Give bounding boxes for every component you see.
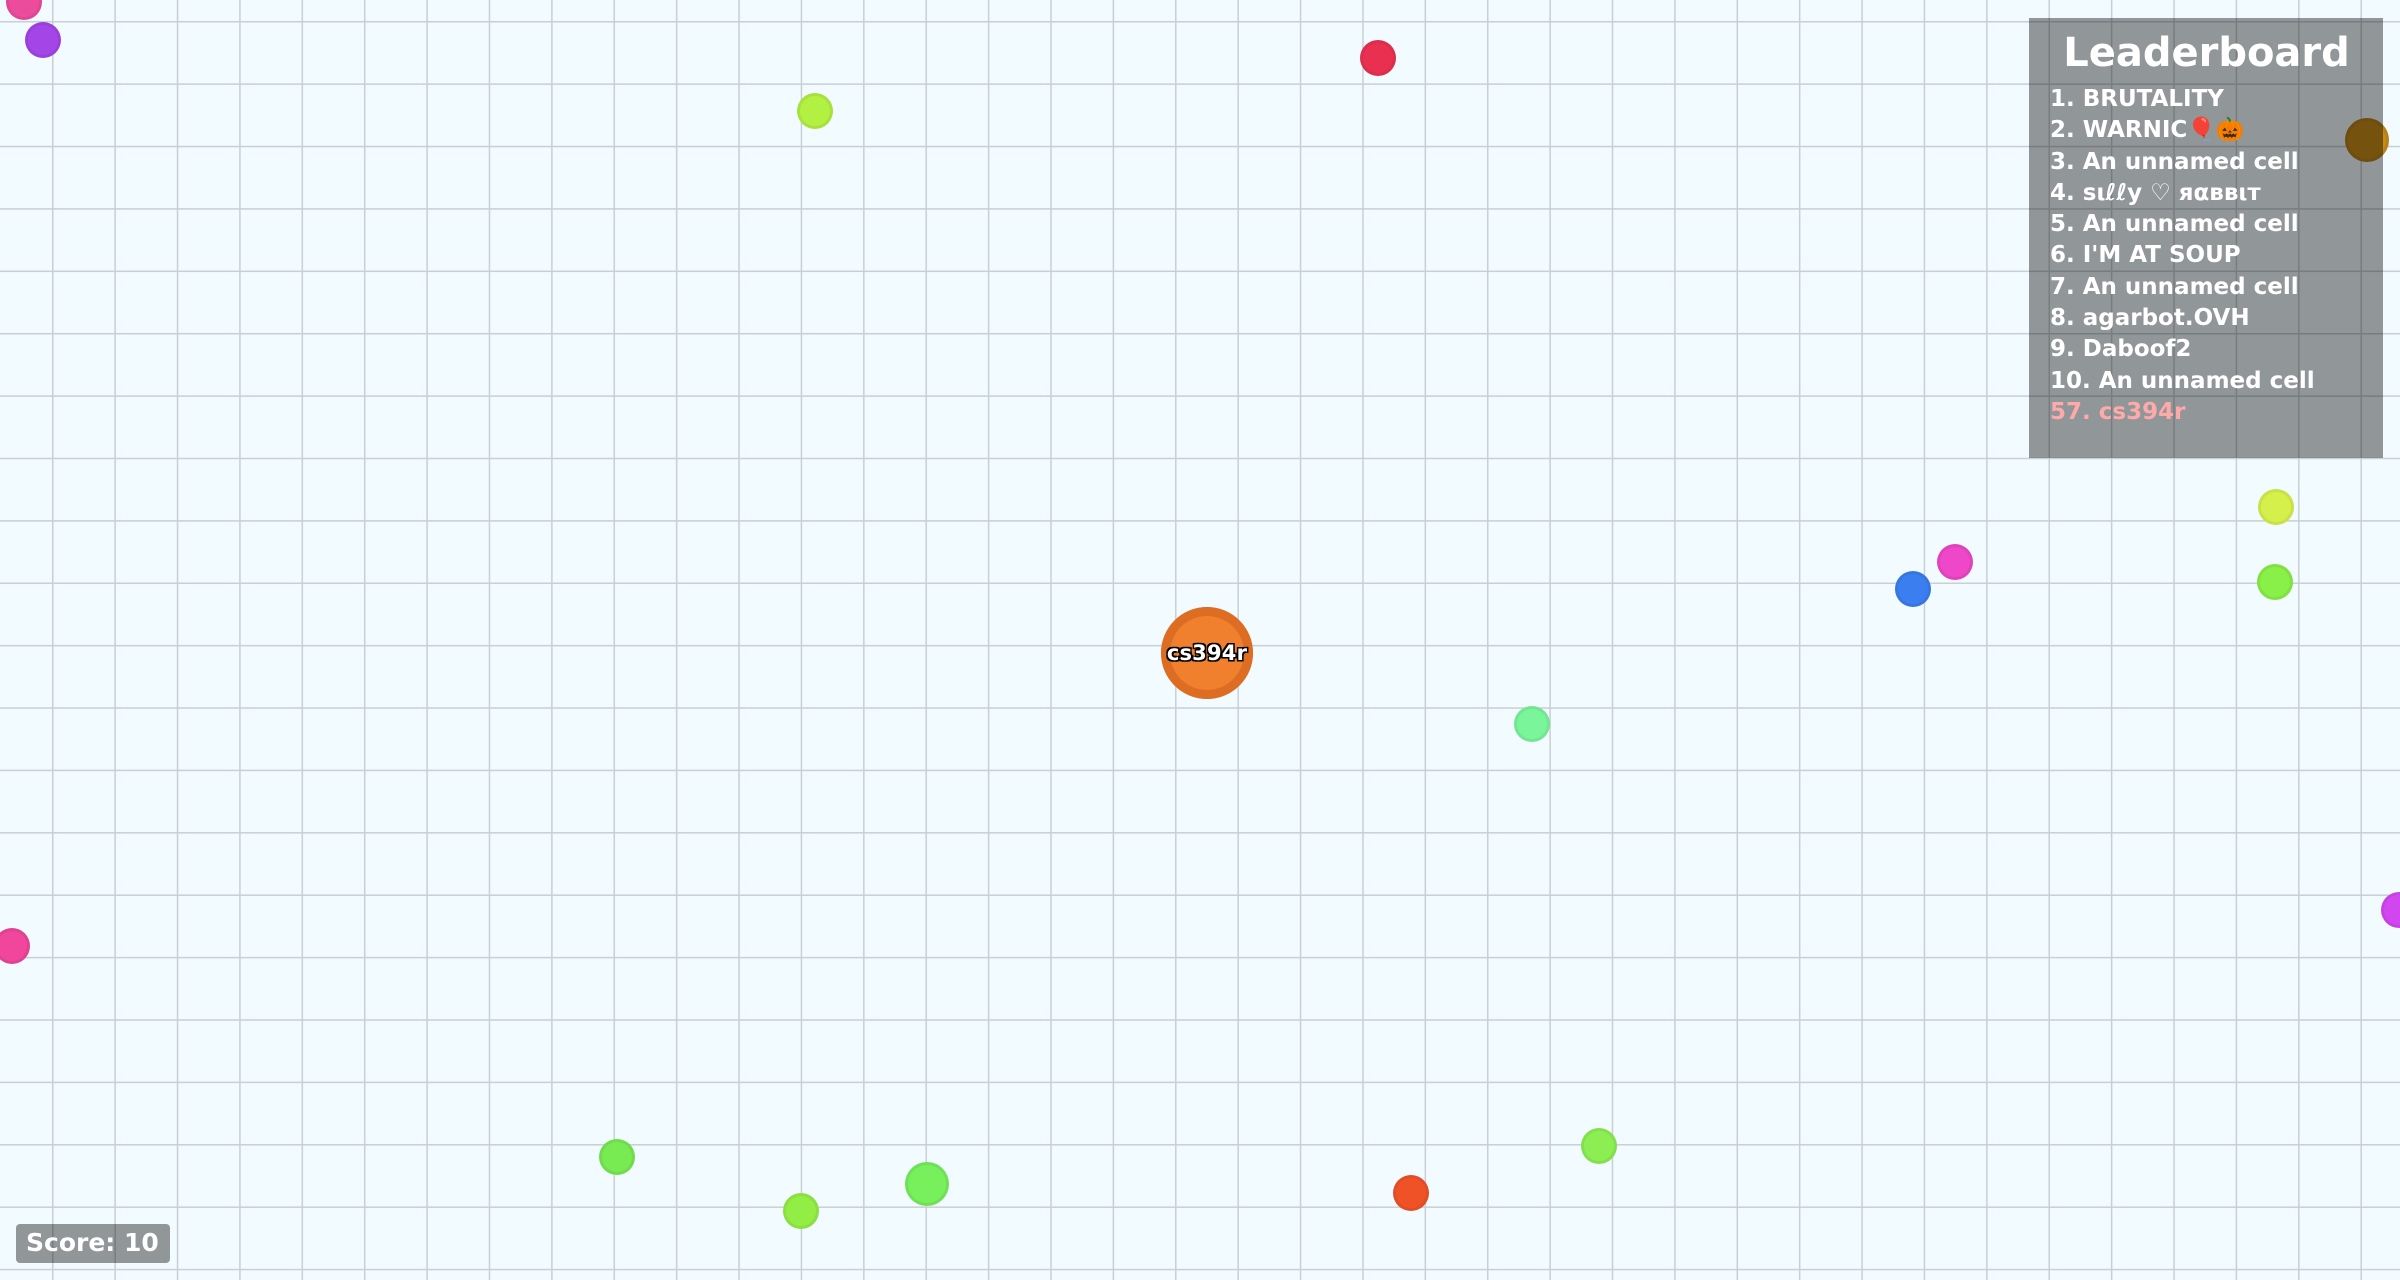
food-pellet — [2381, 892, 2400, 928]
leaderboard-entry: 4. ѕιℓℓу ♡ яαввιт — [2050, 179, 2261, 206]
food-pellet — [783, 1193, 819, 1229]
leaderboard-entry: 7. An unnamed cell — [2050, 273, 2299, 300]
leaderboard-entry: 2. WARNIC🎈🎃 — [2050, 117, 2245, 144]
leaderboard-entry: 3. An unnamed cell — [2050, 148, 2299, 175]
player-cell[interactable]: cs394r — [1161, 607, 1253, 699]
food-pellet — [797, 93, 833, 129]
score-display: Score: 10 — [16, 1224, 170, 1263]
food-pellet — [1360, 40, 1396, 76]
leaderboard-list: 1. BRUTALITY 2. WARNIC🎈🎃 3. An unnamed c… — [2050, 84, 2363, 428]
player-name: cs394r — [1166, 641, 1248, 665]
food-pellet — [1895, 571, 1931, 607]
food-pellet — [1937, 544, 1973, 580]
leaderboard-self-entry: 57. cs394r — [2050, 398, 2186, 425]
food-pellet — [2258, 489, 2294, 525]
leaderboard-entry: 8. agarbot.OVH — [2050, 305, 2250, 332]
leaderboard-entry: 9. Daboof2 — [2050, 336, 2192, 363]
leaderboard-entry: 1. BRUTALITY — [2050, 86, 2224, 112]
food-pellet — [599, 1139, 635, 1175]
food-pellet — [1581, 1128, 1617, 1164]
food-pellet — [25, 22, 61, 58]
leaderboard-entry: 5. An unnamed cell — [2050, 211, 2299, 238]
leaderboard-panel: Leaderboard 1. BRUTALITY 2. WARNIC🎈🎃 3. … — [2029, 18, 2383, 458]
leaderboard-title: Leaderboard — [2063, 30, 2350, 76]
food-pellet — [6, 0, 42, 20]
leaderboard-entry: 10. An unnamed cell — [2050, 367, 2315, 394]
leaderboard-entry: 6. I'M AT SOUP — [2050, 242, 2241, 269]
food-pellet — [2257, 564, 2293, 600]
food-pellet — [0, 928, 30, 964]
food-pellet — [1514, 706, 1550, 742]
food-pellet — [905, 1162, 949, 1206]
food-pellet — [1393, 1175, 1429, 1211]
